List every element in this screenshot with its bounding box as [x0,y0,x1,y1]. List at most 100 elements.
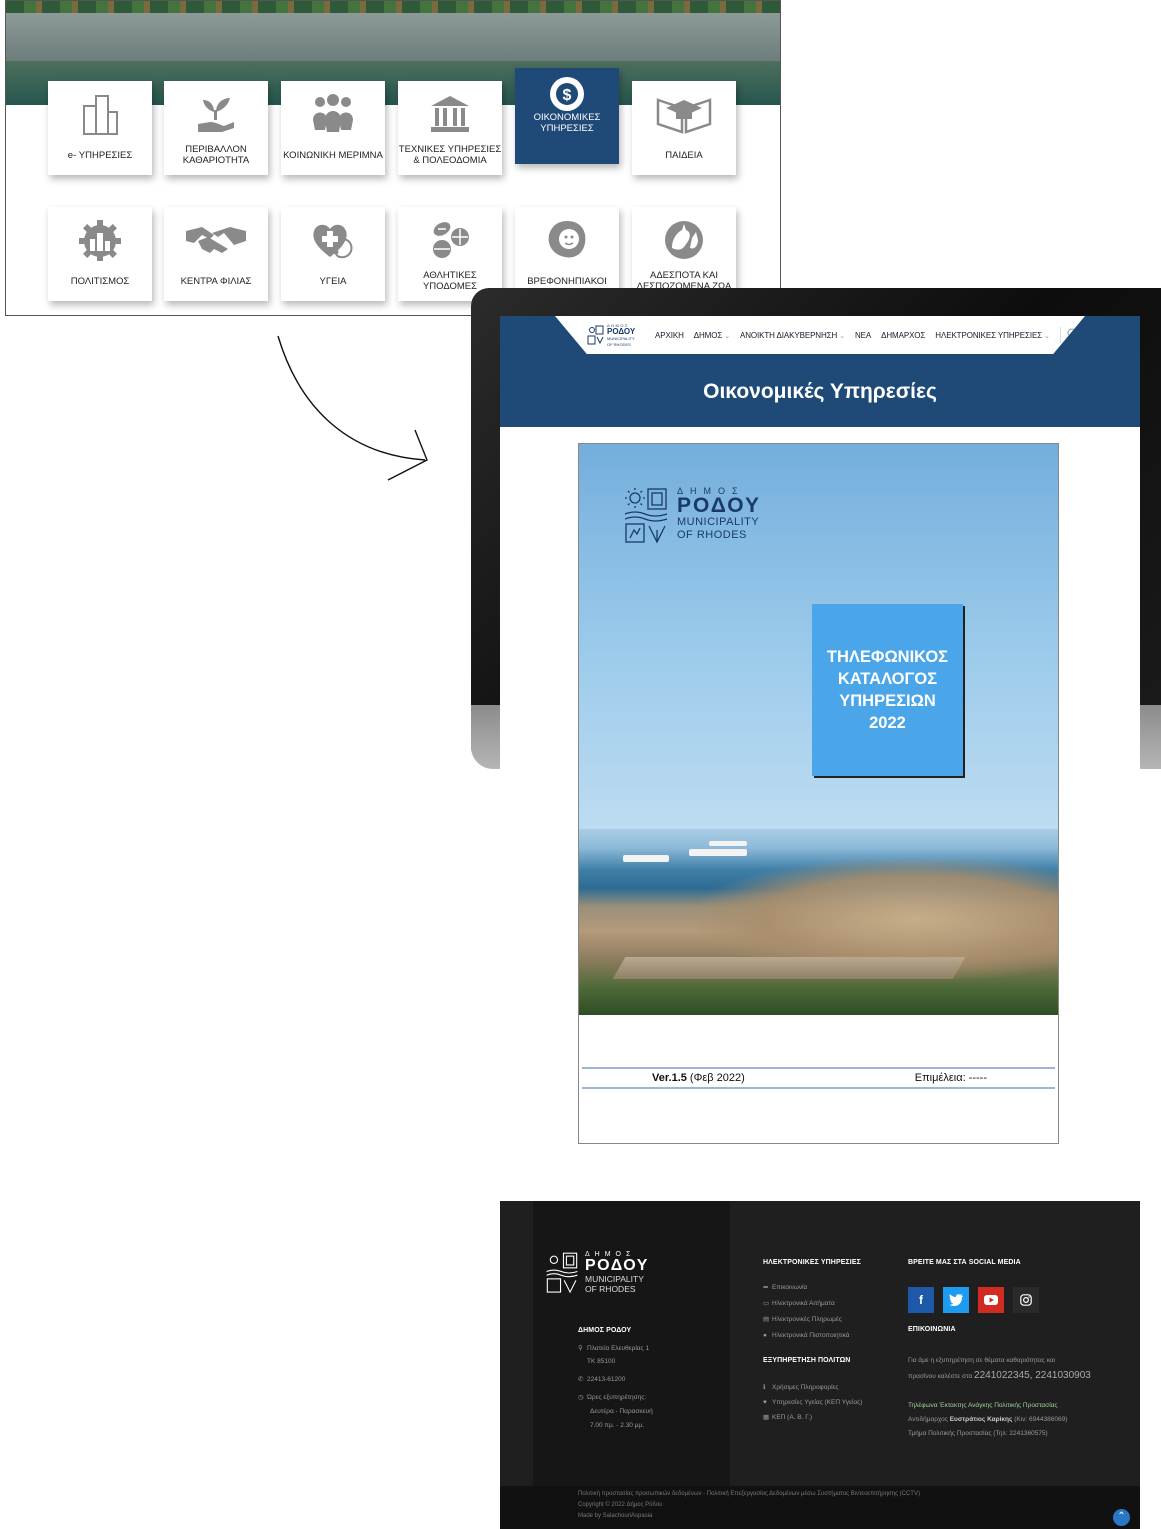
nav-item-home[interactable]: ΑΡΧΙΚΗ [655,331,684,340]
logo-big-text: ΡΟΔΟΥ [677,494,762,517]
sports-balls-icon [398,215,502,265]
phone-icon: ✆ [578,1376,584,1383]
heart-icon: ♥ [763,1399,767,1406]
facebook-icon[interactable]: f [908,1287,934,1313]
tile-nurseries[interactable]: ΒΡΕΦΟΝΗΠΙΑΚΟΙ [515,207,619,301]
tile-label: e- ΥΠΗΡΕΣΙΕΣ [67,149,133,161]
footer-link-contact[interactable]: ➦ Επικοινωνία [763,1283,807,1292]
monitor-icon: ▭ [763,1300,770,1307]
heart-stethoscope-icon [281,215,385,265]
tile-environment[interactable]: ΠΕΡΙΒΑΛΛΟΝ ΚΑΘΑΡΙΟΤΗΤΑ [164,81,268,175]
document-version-row: Ver.1.5 (Φεβ 2022) Επιμέλεια: ----- [582,1067,1055,1089]
tile-label: ΤΕΧΝΙΚΕΣ ΥΠΗΡΕΣΙΕΣ & ΠΟΛΕΟΔΟΜΙΑ [398,144,502,166]
nav-item-municipality[interactable]: ΔΗΜΟΣ ⌄ [694,331,730,340]
share-arrow-icon: ➦ [763,1284,769,1291]
document-editor: Επιμέλεια: ----- [914,1072,987,1084]
twitter-icon[interactable] [943,1287,969,1313]
baby-icon [515,215,619,265]
nav-item-news[interactable]: ΝΕΑ [855,331,871,340]
logo-big-text: ΡΟΔΟΥ [585,1257,649,1274]
version-date: (Φεβ 2022) [686,1072,745,1084]
tile-stray-animals[interactable]: ΑΔΕΣΠΟΤΑ ΚΑΙ ΔΕΣΠΟΖΟΜΕΝΑ ΖΩΑ [632,207,736,301]
tile-label: ΟΙΚΟΝΟΜΙΚΕΣ ΥΠΗΡΕΣΙΕΣ [533,112,601,134]
nav-item-e-services[interactable]: ΗΛΕΚΤΡΟΝΙΚΕΣ ΥΠΗΡΕΣΙΕΣ ⌄ [935,331,1050,340]
credits-text: Made by SalachouriAspasia [578,1513,653,1519]
rhodes-aerial-photo [579,829,1058,1015]
map-pin-icon: ⚲ [578,1345,583,1352]
hours-label: Ώρες εξυπηρέτησης: [587,1394,647,1401]
nav-item-mayor[interactable]: ΔΗΜΑΡΧΟΣ [881,331,925,340]
site-header: ΔΗΜΟΣ ΡΟΔΟΥ MUNICIPALITY OF RHODES ΑΡΧΙΚ… [500,316,1140,427]
tile-technical-services[interactable]: ΤΕΧΝΙΚΕΣ ΥΠΗΡΕΣΙΕΣ & ΠΟΛΕΟΔΟΜΙΑ [398,81,502,175]
tile-culture[interactable]: ΠΟΛΙΤΙΣΜΟΣ [48,207,152,301]
footer-org-heading: ΔΗΜΟΣ ΡΟΔΟΥ [578,1327,632,1334]
footer-contact-heading: ΕΠΙΚΟΙΝΩΝΙΑ [908,1326,956,1333]
tile-sports-facilities[interactable]: ΑΘΛΗΤΙΚΕΣ ΥΠΟΔΟΜΕΣ [398,207,502,301]
youtube-icon[interactable] [978,1287,1004,1313]
tile-financial-services[interactable]: $ ΟΙΚΟΝΟΜΙΚΕΣ ΥΠΗΡΕΣΙΕΣ [515,68,619,164]
search-icon[interactable] [1059,327,1079,343]
site-logo[interactable]: ΔΗΜΟΣ ΡΟΔΟΥ MUNICIPALITY OF RHODES [587,320,645,350]
chevron-down-icon: ⌄ [1044,332,1050,340]
tile-label: ΠΟΛΙΤΙΣΜΟΣ [70,275,130,287]
tile-education[interactable]: ΠΑΙΔΕΙΑ [632,81,736,175]
columns-icon [398,89,502,139]
footer-link-requests[interactable]: ▭ Ηλεκτρονικά Αιτήματα [763,1299,835,1308]
footer-link-health[interactable]: ♥ Υπηρεσίες Υγείας (ΚΕΠ Υγείας) [763,1398,862,1407]
privacy-policy-link[interactable]: Πολιτική προστασίας προσωπικών δεδομένων… [578,1491,920,1497]
tile-friendship-centers[interactable]: ΚΕΝΤΡΑ ΦΙΛΙΑΣ [164,207,268,301]
footer-emergency-line2: Τμήμα Πολιτικής Προστασίας (Τηλ: 2241360… [908,1430,1048,1437]
logo-sub-text: MUNICIPALITY [585,1274,644,1284]
footer-link-label: Υπηρεσίες Υγείας (ΚΕΠ Υγείας) [772,1399,863,1406]
clock-icon: ◷ [578,1394,584,1401]
footer-logo: ΔΗΜΟΣ ΡΟΔΟΥ MUNICIPALITY OF RHODES [545,1251,649,1295]
handshake-icon [164,215,268,265]
tile-label: ΚΟΙΝΩΝΙΚΗ ΜΕΡΙΜΝΑ [283,149,383,161]
nav-label: ΑΝΟΙΚΤΗ ΔΙΑΚΥΒΕΡΝΗΣΗ [739,330,838,340]
footer-link-kep[interactable]: ▦ ΚΕΠ (Α. Β. Γ.) [763,1413,812,1422]
scroll-to-top-icon[interactable]: ⌃ [1113,1509,1130,1526]
logo-sub-text: OF RHODES [585,1284,636,1294]
footer-link-label: Χρήσιμες Πληροφορίες [772,1384,839,1391]
footer-phone[interactable]: ✆ 22413-61200 [578,1375,625,1384]
footer-bottom-bar: Πολιτική προστασίας προσωπικών δεδομένων… [500,1486,1140,1529]
services-grid-screenshot: e- ΥΠΗΡΕΣΙΕΣ ΠΕΡΙΒΑΛΛΟΝ ΚΑΘΑΡΙΟΤΗΤΑ ΚΟΙΝ… [5,0,781,316]
curved-arrow-icon [277,335,428,481]
tile-label: ΥΓΕΙΑ [319,275,347,287]
website-screen: ΔΗΜΟΣ ΡΟΔΟΥ MUNICIPALITY OF RHODES ΑΡΧΙΚ… [500,316,1140,1529]
nav-label: ΑΡΧΙΚΗ [655,330,684,340]
tile-e-services[interactable]: e- ΥΠΗΡΕΣΙΕΣ [48,81,152,175]
footer-hours-time: 7.00 πμ. - 2.30 μμ. [590,1422,645,1429]
emergency-role: Αντιδήμαρχος [908,1416,948,1423]
nav-label: ΝΕΑ [854,330,872,340]
footer-eservices-heading: ΗΛΕΚΤΡΟΝΙΚΕΣ ΥΠΗΡΕΣΙΕΣ [763,1259,861,1266]
logo-sub-text: MUNICIPALITY [607,336,635,342]
footer-hours-days: Δευτέρα - Παρασκευή [590,1408,653,1415]
document-title-badge: ΤΗΛΕΦΩΝΙΚΟΣ ΚΑΤΑΛΟΓΟΣ ΥΠΗΡΕΣΙΩΝ 2022 [812,604,963,776]
document-preview[interactable]: ΔΗΜΟΣ ΡΟΔΟΥ MUNICIPALITY OF RHODES ΤΗΛΕΦ… [578,443,1059,1144]
chevron-down-icon: ⌄ [724,332,730,340]
footer-link-label: Ηλεκτρονικά Αιτήματα [772,1300,835,1307]
logo-sub-text: OF RHODES [677,529,747,541]
main-navigation: ΔΗΜΟΣ ΡΟΔΟΥ MUNICIPALITY OF RHODES ΑΡΧΙΚ… [555,316,1085,354]
document-version: Ver.1.5 (Φεβ 2022) [652,1072,745,1084]
footer-link-payments[interactable]: ▤ Ηλεκτρονικές Πληρωμές [763,1315,842,1324]
tile-health[interactable]: ΥΓΕΙΑ [281,207,385,301]
document-logo: ΔΗΜΟΣ ΡΟΔΟΥ MUNICIPALITY OF RHODES [623,486,761,546]
municipality-emblem-icon [624,488,668,544]
tile-social-care[interactable]: ΚΟΙΝΩΝΙΚΗ ΜΕΡΙΜΝΑ [281,81,385,175]
footer-link-certificates[interactable]: ● Ηλεκτρονικά Πιστοποιητικά [763,1331,850,1340]
logo-sub-text: MUNICIPALITY [677,516,760,528]
footer-social-heading: ΒΡΕΙΤΕ ΜΑΣ ΣΤΑ SOCIAL MEDIA [908,1259,1021,1266]
footer-link-label: Ηλεκτρονικές Πληρωμές [772,1316,842,1323]
tile-label: ΠΕΡΙΒΑΛΛΟΝ ΚΑΘΑΡΙΟΤΗΤΑ [182,144,250,166]
people-icon [281,89,385,139]
graduation-book-icon [632,89,736,139]
nav-item-open-government[interactable]: ΑΝΟΙΚΤΗ ΔΙΑΚΥΒΕΡΝΗΣΗ ⌄ [740,331,845,340]
footer-emergency-line1: Αντιδήμαρχος Ευστράτιος Καρίκης (Κιν: 69… [908,1415,1067,1424]
footer-link-info[interactable]: ℹ Χρήσιμες Πληροφορίες [763,1383,839,1392]
footer-link-label: Ηλεκτρονικά Πιστοποιητικά [772,1332,850,1339]
plant-hand-icon [164,89,268,139]
instagram-icon[interactable] [1013,1287,1039,1313]
footer-link-label: Επικοινωνία [772,1284,808,1291]
